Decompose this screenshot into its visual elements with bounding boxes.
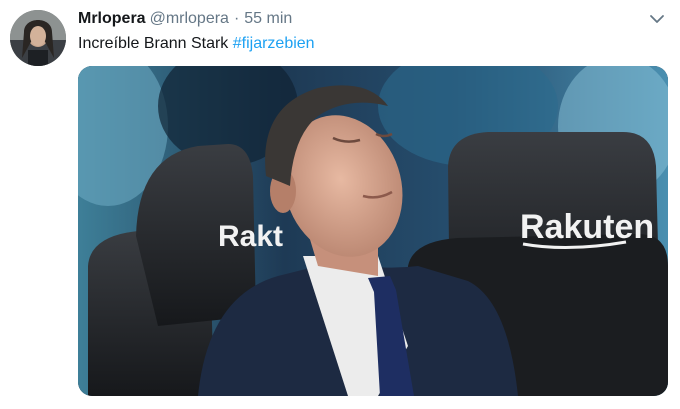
chevron-down-icon[interactable]: [648, 12, 666, 26]
seat-sponsor-right: Rakuten: [520, 208, 654, 246]
hashtag-link[interactable]: #fijarzebien: [233, 35, 315, 52]
display-name[interactable]: Mrlopera: [78, 10, 146, 27]
timestamp[interactable]: 55 min: [244, 10, 292, 27]
tweet-body: Increíble Brann Stark: [78, 35, 229, 52]
photo-image: Rakt Rakuten: [78, 66, 668, 396]
separator-dot: ·: [233, 10, 240, 27]
avatar-image: [10, 10, 66, 66]
avatar[interactable]: [10, 10, 66, 66]
tweet-text: Increíble Brann Stark #fijarzebien: [78, 33, 315, 55]
tweet-photo[interactable]: Rakt Rakuten: [78, 66, 668, 396]
user-handle[interactable]: @mrlopera: [150, 10, 229, 27]
tweet-header: Mrlopera @mrlopera · 55 min: [78, 8, 640, 30]
tweet-card[interactable]: Mrlopera @mrlopera · 55 min Increíble Brann…: [0, 0, 680, 409]
seat-sponsor-left: Rakt: [218, 220, 283, 253]
